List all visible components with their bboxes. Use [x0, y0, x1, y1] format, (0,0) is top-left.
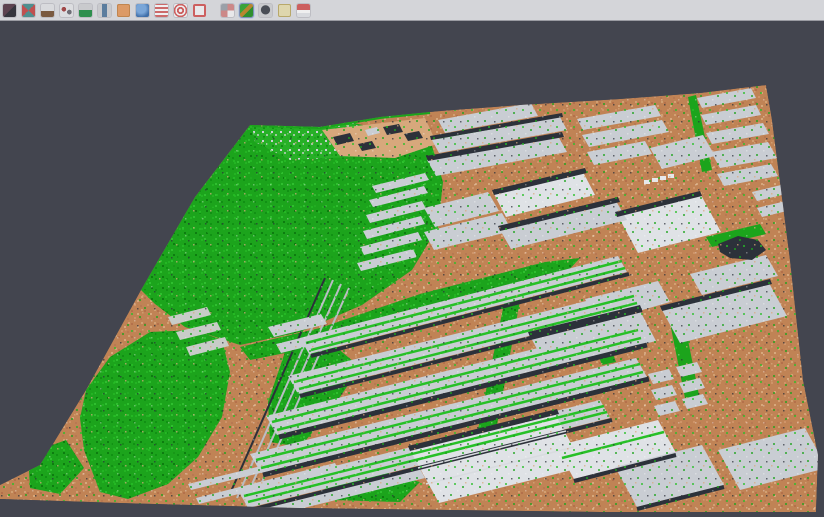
application-window: [0, 0, 824, 517]
clip-box-icon[interactable]: [3, 4, 16, 17]
ortho-view-icon[interactable]: [117, 4, 130, 17]
3d-viewport[interactable]: [0, 22, 824, 517]
terrain-icon[interactable]: [41, 4, 54, 17]
height-profile-icon[interactable]: [98, 4, 111, 17]
classification-map-icon[interactable]: [240, 4, 253, 17]
globe-view-icon[interactable]: [136, 4, 149, 17]
annotation-box-icon[interactable]: [278, 4, 291, 17]
point-picking-icon[interactable]: [60, 4, 73, 17]
main-toolbar: [0, 0, 824, 21]
scene-svg: [0, 22, 824, 517]
target-center-icon[interactable]: [174, 4, 187, 17]
cross-section-icon[interactable]: [22, 4, 35, 17]
zoom-extents-icon[interactable]: [193, 4, 206, 17]
vegetation-filter-icon[interactable]: [79, 4, 92, 17]
layer-list-icon[interactable]: [155, 4, 168, 17]
shaded-sphere-icon[interactable]: [259, 4, 272, 17]
grid-toggle-icon[interactable]: [221, 4, 234, 17]
measure-bars-icon[interactable]: [297, 4, 310, 17]
